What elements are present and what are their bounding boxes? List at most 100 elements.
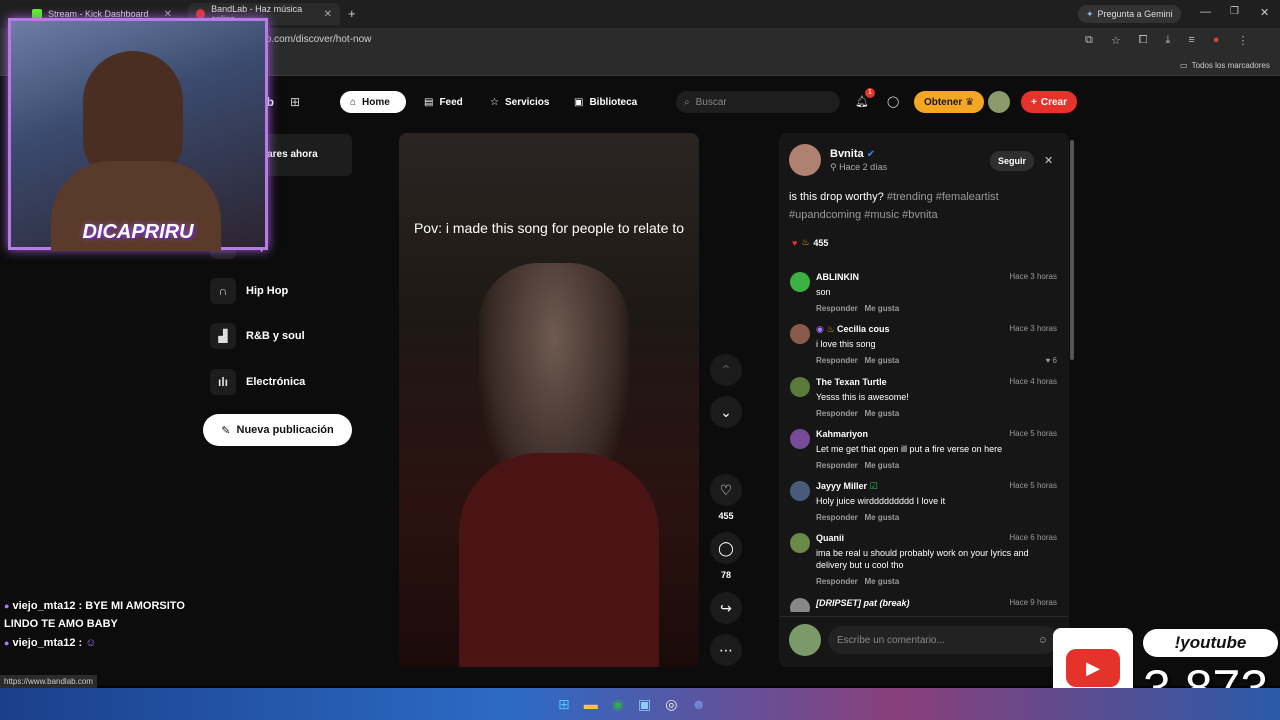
emoji-icon[interactable]: ☺ xyxy=(1038,635,1048,646)
minimize-icon[interactable]: — xyxy=(1200,6,1211,18)
close-window-icon[interactable]: ✕ xyxy=(1260,6,1269,19)
reading-list-icon[interactable]: ≡ xyxy=(1188,34,1194,47)
like-link[interactable]: Me gusta xyxy=(864,356,899,365)
like-link[interactable]: Me gusta xyxy=(864,577,899,586)
nav-servicios-label: Servicios xyxy=(504,96,550,108)
nav-feed[interactable]: ▤ Feed xyxy=(414,91,473,113)
commenter-avatar[interactable] xyxy=(790,533,810,553)
all-bookmarks[interactable]: ▭ Todos los marcadores xyxy=(1180,61,1270,70)
commenter-name[interactable]: The Texan Turtle xyxy=(816,377,887,387)
url-field[interactable]: lab.com/discover/hot-now xyxy=(258,34,371,45)
comment-text: Holy juice wirddddddddd I love it xyxy=(816,496,946,506)
comment-button[interactable]: ◯ xyxy=(710,532,742,564)
commenter-avatar[interactable] xyxy=(790,429,810,449)
comment-actions: Responder Me gusta xyxy=(816,304,899,313)
menu-icon[interactable]: ⋮ xyxy=(1238,34,1249,47)
comment-item: The Texan Turtle Hace 4 horas Yesss this… xyxy=(790,377,1060,423)
comment-text: ima be real u should probably work on yo… xyxy=(816,548,1029,570)
commenter-avatar[interactable] xyxy=(790,377,810,397)
close-tab-icon[interactable]: ✕ xyxy=(324,9,332,20)
commenter-avatar[interactable] xyxy=(790,272,810,292)
commenter-name[interactable]: Jayyy Miller ☑ xyxy=(816,481,878,492)
maximize-icon[interactable]: ❐ xyxy=(1230,6,1239,17)
chat-badge-icon: ● xyxy=(4,638,10,648)
commenter-avatar[interactable] xyxy=(790,324,810,344)
obs-icon[interactable]: ◎ xyxy=(665,696,677,713)
search-placeholder: Buscar xyxy=(695,96,727,108)
comment-actions: Responder Me gusta xyxy=(816,577,899,586)
obtener-button[interactable]: Obtener ♛ xyxy=(914,91,984,113)
nav-servicios[interactable]: ☆ Servicios xyxy=(480,91,559,113)
discord-icon[interactable]: ☻ xyxy=(691,696,706,713)
sidebar-item-rnb[interactable]: ▟ R&B y soul xyxy=(210,320,305,352)
like-link[interactable]: Me gusta xyxy=(864,304,899,313)
status-url: https://www.bandlab.com xyxy=(0,675,97,688)
reply-link[interactable]: Responder xyxy=(816,304,858,313)
new-tab-button[interactable]: + xyxy=(348,6,356,21)
comment-count: 78 xyxy=(720,570,731,580)
taskbar-apps: ⊞ ▬ ◉ ▣ ◎ ☻ xyxy=(558,696,706,713)
follow-button[interactable]: Seguir xyxy=(990,151,1034,171)
commenter-avatar[interactable] xyxy=(790,481,810,501)
file-explorer-icon[interactable]: ▬ xyxy=(584,696,598,713)
gemini-button[interactable]: ✦ Pregunta a Gemini xyxy=(1078,5,1181,23)
close-panel-icon[interactable]: ✕ xyxy=(1044,154,1053,167)
panel-scrollbar[interactable] xyxy=(1070,140,1074,360)
more-button[interactable]: ⋯ xyxy=(710,634,742,666)
extensions-icon[interactable]: ⧠ xyxy=(1139,34,1148,47)
commenter-name[interactable]: Kahmariyon xyxy=(816,429,868,439)
commenter-name[interactable]: [DRIPSET] pat (break) xyxy=(816,598,910,608)
commenter-name[interactable]: Quanii xyxy=(816,533,844,543)
sidebar-item-hip-hop[interactable]: ∩ Hip Hop xyxy=(210,275,288,307)
user-avatar[interactable] xyxy=(988,91,1010,113)
comment-input[interactable]: Escribe un comentario... ☺ xyxy=(828,626,1058,654)
app-icon[interactable]: ▣ xyxy=(638,696,651,713)
like-link[interactable]: Me gusta xyxy=(864,513,899,522)
messages-icon[interactable]: ◯ xyxy=(887,95,899,108)
reply-link[interactable]: Responder xyxy=(816,409,858,418)
like-link[interactable]: Me gusta xyxy=(864,409,899,418)
reply-link[interactable]: Responder xyxy=(816,513,858,522)
reply-link[interactable]: Responder xyxy=(816,577,858,586)
video-shirt xyxy=(459,453,659,667)
post-body: is this drop worthy? xyxy=(789,191,884,203)
windows-start-icon[interactable]: ⊞ xyxy=(558,696,570,713)
video-caption: Pov: i made this song for people to rela… xyxy=(413,220,685,236)
nav-biblioteca[interactable]: ▣ Biblioteca xyxy=(564,91,647,113)
chat-emote-icon: ☺ xyxy=(85,637,97,649)
post-reactions[interactable]: ♥ ♨ 455 xyxy=(792,237,828,248)
profile-icon[interactable]: ● xyxy=(1213,34,1220,47)
commenter-name[interactable]: ABLINKIN xyxy=(816,272,859,282)
like-button[interactable]: ♡ xyxy=(710,474,742,506)
commenter-name[interactable]: ◉ ♨ Cecilia cous xyxy=(816,324,890,335)
reply-link[interactable]: Responder xyxy=(816,356,858,365)
previous-video-button[interactable]: ⌃ xyxy=(710,354,742,386)
bookmark-star-icon[interactable]: ☆ xyxy=(1111,34,1121,47)
comment-time: Hace 3 horas xyxy=(1009,324,1057,333)
screen-share-icon[interactable]: ⧉ xyxy=(1085,34,1093,47)
plus-icon: + xyxy=(1031,96,1037,108)
apps-grid-icon[interactable]: ⊞ xyxy=(290,95,300,109)
chrome-icon[interactable]: ◉ xyxy=(612,696,624,713)
next-video-button[interactable]: ⌄ xyxy=(710,396,742,428)
nav-home[interactable]: ⌂ Home xyxy=(340,91,406,113)
more-icon: ⋯ xyxy=(719,641,733,658)
post-time-text: Hace 2 días xyxy=(839,162,888,172)
youtube-command: !youtube xyxy=(1143,629,1278,657)
video-player[interactable]: Pov: i made this song for people to rela… xyxy=(399,133,699,667)
browser-toolbar-icons: ⧉ ☆ ⧠ ⤓ ≡ ● ⋮ xyxy=(1085,34,1249,47)
new-post-button[interactable]: ✎ Nueva publicación xyxy=(203,414,352,446)
commenter-avatar[interactable] xyxy=(790,598,810,612)
author-avatar[interactable] xyxy=(789,144,821,176)
crown-icon: ♛ xyxy=(965,96,975,108)
sidebar-item-electronica[interactable]: ılı Electrónica xyxy=(210,366,305,398)
search-field[interactable]: ⌕ Buscar xyxy=(676,91,840,113)
share-button[interactable]: ↪ xyxy=(710,592,742,624)
download-icon[interactable]: ⤓ xyxy=(1166,34,1171,47)
piano-icon: ▟ xyxy=(210,323,236,349)
reply-link[interactable]: Responder xyxy=(816,461,858,470)
like-link[interactable]: Me gusta xyxy=(864,461,899,470)
crear-button[interactable]: + Crear xyxy=(1021,91,1077,113)
commenter-name-text: Jayyy Miller xyxy=(816,481,868,491)
author-name[interactable]: Bvnita ✔ xyxy=(830,148,875,160)
